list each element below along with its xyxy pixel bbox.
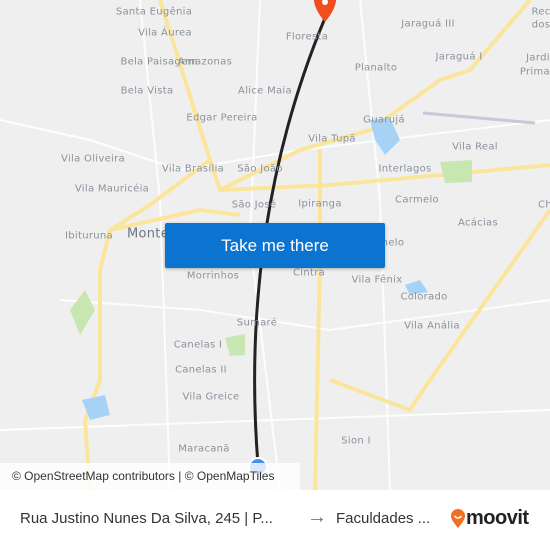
- origin-label: Rua Justino Nunes Da Silva, 245 | P...: [20, 510, 273, 527]
- neighborhood-label: Edgar Pereira: [186, 112, 258, 124]
- neighborhood-label: nelo: [381, 237, 405, 249]
- neighborhood-label: Acácias: [457, 217, 499, 229]
- neighborhood-label: Ipiranga: [298, 198, 342, 210]
- neighborhood-label: Santa Eugênia: [115, 6, 193, 18]
- destination-label: Faculdades ...: [336, 510, 431, 527]
- city-label: Monte: [126, 226, 170, 242]
- neighborhood-label: Maracanã: [178, 443, 230, 455]
- neighborhood-label: Amazonas: [177, 56, 233, 68]
- neighborhood-label: Sumaré: [236, 317, 278, 329]
- neighborhood-label: Bela Vista: [120, 85, 174, 97]
- neighborhood-label: Interlagos: [378, 163, 432, 175]
- airstrip: [422, 111, 536, 125]
- neighborhood-label: Ch: [538, 199, 550, 211]
- neighborhood-label: Vila Brasília: [161, 163, 225, 175]
- neighborhood-label: Vila Mauricéia: [74, 183, 150, 195]
- destination-pin-icon: [313, 0, 337, 22]
- neighborhood-label: São José: [231, 199, 277, 211]
- neighborhood-label: Jardi: [526, 52, 550, 64]
- neighborhood-label: Vila Áurea: [138, 27, 192, 39]
- neighborhood-label: Canelas I: [173, 339, 223, 351]
- neighborhood-label: Cintra: [292, 267, 326, 279]
- neighborhood-label: Alice Maia: [238, 85, 292, 97]
- neighborhood-label: Jaraguá III: [401, 18, 455, 30]
- neighborhood-label: Vila Tupã: [308, 133, 356, 145]
- neighborhood-label: Vila Greice: [182, 391, 240, 403]
- moovit-wordmark: moovit: [466, 507, 529, 529]
- neighborhood-label: Sion I: [341, 435, 371, 447]
- footer: Rua Justino Nunes Da Silva, 245 | P... →…: [0, 490, 550, 550]
- moovit-logo[interactable]: moovit: [450, 507, 529, 530]
- neighborhood-label: Vila Fênix: [351, 274, 403, 286]
- neighborhood-label: Vila Real: [452, 141, 498, 153]
- neighborhood-label: Carmelo: [395, 194, 439, 206]
- neighborhood-label: Colorado: [400, 291, 448, 303]
- neighborhood-label: Ibituruna: [65, 230, 113, 242]
- take-me-there-button[interactable]: Take me there: [165, 223, 385, 268]
- neighborhood-label: Guarujá: [363, 114, 405, 126]
- neighborhood-label: Planalto: [354, 62, 398, 74]
- arrow-right-icon: →: [307, 506, 327, 528]
- neighborhood-label: Primav: [519, 66, 550, 78]
- neighborhood-label: dos: [531, 19, 550, 31]
- map[interactable]: Santa Eugênia Vila Áurea Bela Paisagem Amaz…: [0, 0, 550, 490]
- neighborhood-label: Vila Oliveira: [61, 153, 125, 165]
- neighborhood-label: Floresta: [285, 31, 329, 43]
- neighborhood-label: Jaraguá I: [435, 51, 483, 63]
- map-attribution[interactable]: © OpenStreetMap contributors | © OpenMap…: [0, 463, 300, 490]
- neighborhood-label: Rec: [531, 6, 550, 18]
- moovit-pin-icon: [451, 508, 465, 528]
- neighborhood-label: Canelas II: [175, 364, 227, 376]
- neighborhood-label: Vila Anália: [404, 320, 460, 332]
- neighborhood-label: Morrinhos: [186, 270, 240, 282]
- neighborhood-label: São João: [237, 163, 283, 175]
- park: [440, 160, 472, 183]
